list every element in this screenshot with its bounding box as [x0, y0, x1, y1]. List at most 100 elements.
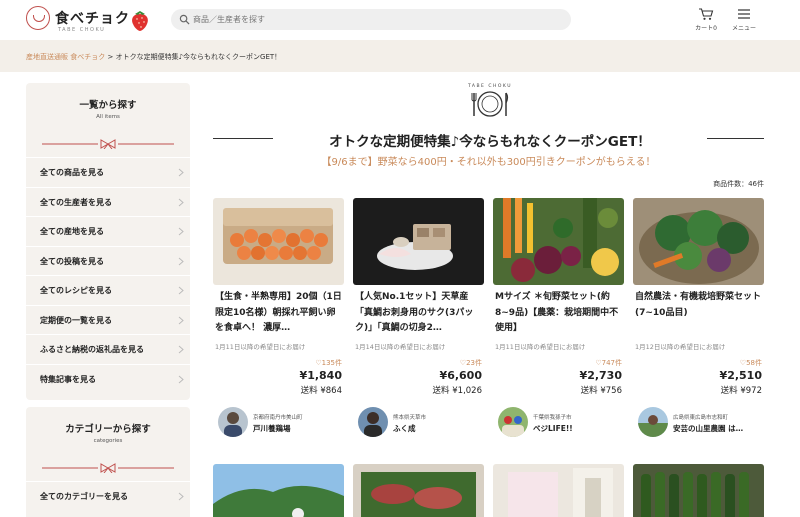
cart-button[interactable]: カート0	[688, 5, 724, 35]
favorite-count: ♡58件	[740, 358, 762, 368]
product-image-eggs[interactable]	[213, 198, 344, 285]
sidebar-item-label: 定期便の一覧を見る	[40, 315, 112, 325]
logo-bowl-icon	[26, 6, 50, 30]
product-image-meat[interactable]	[353, 464, 484, 517]
product-card[interactable]: 自然農法・有機栽培野菜セット(7~10品目) 1月12日以降の希望日にお届け ♡…	[633, 198, 764, 443]
logo-text: 食べチョク	[55, 11, 130, 27]
title-rule-right	[707, 138, 764, 139]
chevron-right-icon	[178, 227, 184, 236]
breadcrumb-home-link[interactable]: 産地直送通販 食べチョク	[26, 53, 105, 61]
shipping-fee: 送料 ¥1,026	[432, 386, 482, 396]
breadcrumb-current: オトクな定期便特集♪今ならもれなくクーポンGET！	[115, 53, 282, 61]
tabechoku-emblem: TABE CHOKU	[466, 84, 514, 122]
producer-location: 広島県東広島市志和町	[673, 415, 729, 421]
chevron-right-icon	[178, 286, 184, 295]
producer-avatar	[638, 407, 668, 437]
item-count: 商品件数：46件	[713, 180, 764, 188]
sidebar-all-items-panel: 一覧から探す All items 全ての商品を見る 全ての生産者を見る 全ての産…	[26, 83, 190, 400]
breadcrumb: 産地直送通販 食べチョク > オトクな定期便特集♪今ならもれなくクーポンGET！	[26, 52, 281, 62]
product-title[interactable]: 【生食・半熟専用】20個（1日限定10名様）朝採れ平飼い卵を食卓へ！ 濃厚…	[215, 290, 343, 337]
producer-info[interactable]: 広島県東広島市志和町 安芸の山里農園 は…	[633, 404, 764, 440]
search-input[interactable]	[193, 11, 553, 28]
producer-info[interactable]: 千葉県我孫子市 ベジLIFE!!	[493, 404, 624, 440]
breadcrumb-separator: >	[107, 53, 114, 61]
product-image-organic-vegetables[interactable]	[633, 198, 764, 285]
sidebar-panel-title: 一覧から探す	[79, 100, 137, 111]
producer-name: 安芸の山里農園 は…	[673, 424, 744, 433]
favorite-count-value: 135件	[321, 359, 342, 367]
producer-avatar	[498, 407, 528, 437]
product-image-rice-bag[interactable]	[493, 464, 624, 517]
product-card[interactable]: 【人気No.1セット】天草産「真鯛お刺身用のサク(3パック)」「真鯛の切身2… …	[353, 198, 484, 443]
product-title[interactable]: 【人気No.1セット】天草産「真鯛お刺身用のサク(3パック)」「真鯛の切身2…	[355, 290, 483, 337]
sidebar-categories-panel: カテゴリーから探す categories 全てのカテゴリーを見る	[26, 407, 190, 517]
producer-name: ベジLIFE!!	[533, 424, 573, 433]
producer-avatar	[218, 407, 248, 437]
product-title[interactable]: Mサイズ ＊旬野菜セット(約8~9品)【農薬：栽培期間中不使用】	[495, 290, 623, 337]
title-rule-left	[213, 138, 273, 139]
logo-subtext: TABE CHOKU	[58, 27, 106, 33]
shipping-fee: 送料 ¥756	[580, 386, 622, 396]
favorite-count-value: 58件	[746, 359, 762, 367]
sidebar-item-features[interactable]: 特集記事を見る	[26, 363, 190, 394]
plate-cutlery-icon	[471, 91, 509, 117]
sidebar-item-all-products[interactable]: 全ての商品を見る	[26, 157, 190, 187]
producer-info[interactable]: 熊本県天草市 ふく成	[353, 404, 484, 440]
product-image-cucumbers[interactable]	[633, 464, 764, 517]
favorite-count-value: 747件	[601, 359, 622, 367]
sidebar-item-all-producers[interactable]: 全ての生産者を見る	[26, 186, 190, 217]
producer-name: ふく成	[393, 424, 416, 433]
sidebar-panel-subtitle: categories	[93, 438, 123, 444]
sidebar-item-label: 特集記事を見る	[40, 374, 96, 384]
sidebar-panel-header: 一覧から探す All items	[26, 83, 190, 157]
sidebar-item-label: 全ての生産者を見る	[40, 197, 112, 207]
chevron-right-icon	[178, 316, 184, 324]
sidebar-item-label: 全ての商品を見る	[40, 168, 104, 177]
product-card[interactable]: Mサイズ ＊旬野菜セット(約8~9品)【農薬：栽培期間中不使用】 1月11日以降…	[493, 198, 624, 443]
producer-info[interactable]: 京都府南丹市美山町 戸川養鶏場	[213, 404, 344, 440]
sidebar-item-all-posts[interactable]: 全ての投稿を見る	[26, 245, 190, 276]
chevron-right-icon	[178, 168, 184, 177]
chevron-right-icon	[178, 492, 184, 501]
favorite-count: ♡747件	[595, 358, 622, 368]
chevron-right-icon	[178, 375, 184, 383]
product-image-vegetables[interactable]	[493, 198, 624, 285]
delivery-date: 1月11日以降の希望日にお届け	[495, 343, 586, 351]
cart-label: カート0	[695, 25, 717, 32]
ribbon-divider-icon	[42, 139, 174, 149]
sidebar-item-all-regions[interactable]: 全ての産地を見る	[26, 216, 190, 246]
favorite-count-value: 23件	[466, 359, 482, 367]
sidebar-item-all-categories[interactable]: 全てのカテゴリーを見る	[26, 481, 190, 511]
sidebar-panel-title: カテゴリーから探す	[65, 424, 151, 435]
product-price: ¥6,600	[439, 369, 482, 382]
delivery-date: 1月14日以降の希望日にお届け	[355, 343, 446, 351]
favorite-count: ♡135件	[315, 358, 342, 368]
search-bar[interactable]	[171, 9, 571, 30]
menu-label: メニュー	[731, 25, 756, 32]
sidebar-item-label: ふるさと納税の返礼品を見る	[40, 345, 144, 354]
chevron-right-icon	[178, 345, 184, 354]
product-card[interactable]: 【生食・半熟専用】20個（1日限定10名様）朝採れ平飼い卵を食卓へ！ 濃厚… 1…	[213, 198, 344, 443]
sidebar-item-all-recipes[interactable]: 全てのレシピを見る	[26, 275, 190, 305]
sidebar-item-label: 全てのレシピを見る	[40, 286, 112, 295]
sidebar-item-furusato[interactable]: ふるさと納税の返礼品を見る	[26, 334, 190, 364]
sidebar-item-label: 全ての投稿を見る	[40, 256, 104, 266]
product-price: ¥2,730	[579, 369, 622, 382]
site-logo[interactable]: 食べチョク TABE CHOKU	[26, 6, 156, 34]
shipping-fee: 送料 ¥864	[300, 386, 342, 396]
product-title[interactable]: 自然農法・有機栽培野菜セット(7~10品目)	[635, 290, 763, 321]
breadcrumb-bar: 産地直送通販 食べチョク > オトクな定期便特集♪今ならもれなくクーポンGET！	[0, 40, 800, 72]
sidebar-panel-subtitle: All items	[96, 114, 120, 120]
strawberry-icon	[132, 11, 148, 31]
product-price: ¥1,840	[299, 369, 342, 382]
menu-button[interactable]: メニュー	[726, 5, 762, 35]
product-price: ¥2,510	[719, 369, 762, 382]
site-header: 食べチョク TABE CHOKU カート0 メニュー	[0, 0, 800, 40]
sidebar-item-label: 全てのカテゴリーを見る	[40, 492, 128, 501]
search-icon	[179, 14, 190, 25]
product-image-mountain[interactable]	[213, 464, 344, 517]
page-subtitle: 【9/6まで】野菜なら400円・それ以外も300円引きクーポンがもらえる！	[321, 157, 656, 168]
product-image-sashimi[interactable]	[353, 198, 484, 285]
producer-location: 京都府南丹市美山町	[253, 415, 303, 421]
sidebar-item-subscriptions[interactable]: 定期便の一覧を見る	[26, 304, 190, 335]
